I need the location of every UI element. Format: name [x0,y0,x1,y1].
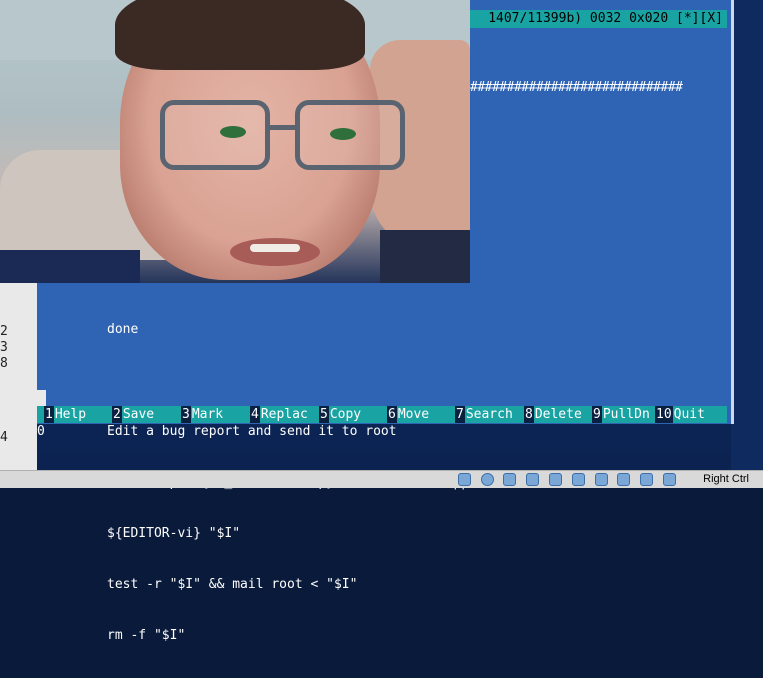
cpu-icon[interactable] [640,473,653,486]
webcam-mouth [230,238,320,266]
host-key-label: Right Ctrl [703,473,749,485]
line-number: 0 [37,424,45,439]
usb-icon[interactable] [503,473,516,486]
strip-mark: 8 [0,356,8,371]
hash-rule: ############################# [470,80,683,95]
webcam-overlay [0,0,470,283]
webcam-glasses [140,100,410,180]
webcam-hair [115,0,365,70]
code-text: done [107,322,139,337]
code-line: 0 Edit a bug report and send it to root [37,423,727,440]
fkey-quit-button[interactable]: 10 Quit [655,406,706,423]
fkey-mark-button[interactable]: 3 Mark [181,406,225,423]
fkey-search-button[interactable]: 7 Search [455,406,514,423]
text-cursor [37,390,46,406]
webcam-blanket [0,250,140,283]
shared-folder-icon[interactable] [549,473,562,486]
strip-mark: 3 [0,340,8,355]
function-key-bar: 1 Help 2 Save 3 Mark 4 Replac 5 Copy 6 Move 7S… [37,406,727,423]
code-text: test -r "$I" && mail root < "$I" [107,577,358,592]
network-icon[interactable] [526,473,539,486]
code-text: Edit a bug report and send it to root [107,424,397,439]
left-terminal-strip: 2 3 8 4 [0,280,37,470]
fkey-delete-button[interactable]: 8 Delete [524,406,583,423]
eye-right [330,128,356,140]
code-text: ${EDITOR-vi} "$I" [107,526,241,541]
fkey-pulldown-button[interactable]: 9 PullDn [592,406,651,423]
code-text: rm -f "$I" [107,628,186,643]
fkey-move-button[interactable]: 6 Move [387,406,431,423]
host-desktop-right [731,0,763,470]
strip-mark: 4 [0,430,8,445]
hdd-icon[interactable] [458,473,471,486]
editor-status-text: 1407/11399b) 0032 0x020 [*][X] [488,11,723,26]
fkey-replace-button[interactable]: 4 Replac [250,406,309,423]
strip-mark: 2 [0,324,8,339]
webcam-shirt [380,230,470,283]
fkey-copy-button[interactable]: 5 Copy [319,406,363,423]
code-line: ${EDITOR-vi} "$I" [37,525,727,542]
video-capture-icon[interactable] [595,473,608,486]
vm-statusbar: Right Ctrl [0,470,763,488]
arrow-icon[interactable] [663,473,676,486]
code-line: done [37,321,727,338]
code-line: test -r "$I" && mail root < "$I" [37,576,727,593]
eye-left [220,126,246,138]
glasses-lens-left [160,100,270,170]
cd-icon[interactable] [481,473,494,486]
mouse-integration-icon[interactable] [617,473,630,486]
display-icon[interactable] [572,473,585,486]
fkey-help-button[interactable]: 1 Help [44,406,88,423]
fkey-save-button[interactable]: 2 Save [112,406,156,423]
code-line: rm -f "$I" [37,627,727,644]
webcam-teeth [250,244,300,252]
